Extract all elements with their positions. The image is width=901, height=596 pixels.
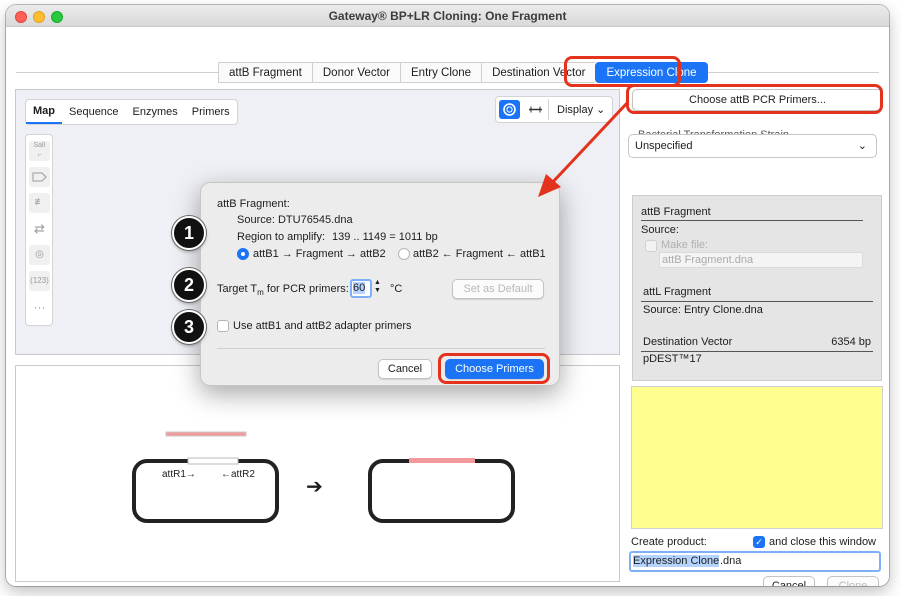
chevron-down-icon: ⌄ <box>596 104 606 116</box>
tm-label-suffix: for PCR primers: <box>263 283 349 295</box>
inserted-fragment <box>409 458 475 463</box>
product-preview-area <box>631 386 883 529</box>
make-file-checkbox[interactable] <box>645 240 657 252</box>
strain-value: Unspecified <box>635 140 693 152</box>
dialog-cancel-button[interactable]: Cancel <box>378 359 432 379</box>
close-window-label: and close this window <box>769 536 877 548</box>
tab-donor-vector[interactable]: Donor Vector <box>311 62 400 83</box>
tab-enzymes[interactable]: Enzymes <box>126 100 185 124</box>
display-divider <box>548 99 549 120</box>
display-controls: Display ⌄ <box>495 96 613 123</box>
close-window-checkbox[interactable]: ✓ <box>753 536 765 548</box>
fragment-info-box: attB Fragment Source: Make file: attB Fr… <box>632 195 882 381</box>
cloning-diagram-panel: attR1→ ←attR2 ➔ <box>15 365 620 582</box>
tm-label: Target Tm for PCR primers: <box>217 283 349 297</box>
attb-fragment-heading: attB Fragment <box>641 206 711 218</box>
attl-fragment-heading: attL Fragment <box>643 286 712 298</box>
destination-name: pDEST™17 <box>643 353 702 365</box>
tab-map[interactable]: Map <box>26 100 62 124</box>
dialog-heading: attB Fragment: <box>217 198 290 210</box>
title-bar: Gateway® BP+LR Cloning: One Fragment <box>6 5 889 27</box>
product-name-input[interactable]: Expression Clone .dna <box>629 551 881 572</box>
destination-vector-plasmid <box>132 459 279 523</box>
dialog-source: Source: DTU76545.dna <box>237 214 353 226</box>
step-badge-3: 3 <box>172 310 206 344</box>
more-tools-icon[interactable]: ··· <box>29 297 50 317</box>
attb-fragment-bar <box>165 431 247 437</box>
step-badge-1: 1 <box>172 216 206 250</box>
region-label: Region to amplify: <box>237 231 326 243</box>
map-tool-strip: SalI ⌐ ≢ ⇄ ◎ (123) ··· <box>25 134 53 326</box>
adapter-primers-label: Use attB1 and attB2 adapter primers <box>233 320 412 332</box>
attb-source-label: Source: <box>641 224 679 236</box>
region-value: 139 .. 1149 = 1011 bp <box>332 231 438 243</box>
step-badge-2: 2 <box>172 268 206 302</box>
circular-map-icon[interactable] <box>499 100 520 119</box>
tab-primers[interactable]: Primers <box>185 100 237 124</box>
make-file-field[interactable]: attB Fragment.dna <box>659 252 863 268</box>
reaction-arrow-icon: ➔ <box>306 476 323 498</box>
orientation-tool-icon[interactable]: ⇄ <box>29 219 50 239</box>
choose-primers-callout <box>626 84 883 114</box>
product-name-selection: Expression Clone <box>633 555 720 567</box>
attr1-label: attR1→ <box>162 469 196 480</box>
target-tool-icon[interactable]: ◎ <box>29 245 50 265</box>
numbering-tool-icon[interactable]: (123) <box>29 271 50 291</box>
attl-source: Source: Entry Clone.dna <box>643 304 763 316</box>
feature-tool-icon[interactable] <box>29 167 50 187</box>
primer-tool-icon[interactable]: ≢ <box>29 193 50 213</box>
tm-input[interactable]: 60 <box>350 279 372 298</box>
make-file-value: attB Fragment.dna <box>662 254 754 266</box>
restriction-site-tool-icon[interactable]: SalI ⌐ <box>29 141 50 161</box>
dialog-divider <box>217 348 545 349</box>
product-name-extension: .dna <box>720 555 742 567</box>
clone-button[interactable]: Clone <box>827 576 879 586</box>
make-file-label: Make file: <box>661 239 709 251</box>
attr2-label: ←attR2 <box>221 469 255 480</box>
tm-unit: °C <box>390 283 403 295</box>
adapter-primers-checkbox[interactable] <box>217 320 229 332</box>
attl-heading-rule <box>641 301 873 302</box>
destination-heading-rule <box>641 351 873 352</box>
destination-size: 6354 bp <box>831 336 871 348</box>
expression-clone-plasmid <box>368 459 515 523</box>
cancel-button[interactable]: Cancel <box>763 576 815 586</box>
linear-map-icon[interactable] <box>525 100 546 119</box>
tab-attb-fragment[interactable]: attB Fragment <box>218 62 312 83</box>
destination-heading: Destination Vector <box>643 336 733 348</box>
set-as-default-button[interactable]: Set as Default <box>452 279 544 299</box>
forward-orientation-radio[interactable] <box>237 248 249 260</box>
display-label: Display <box>557 104 594 116</box>
tm-label-prefix: Target T <box>217 283 258 295</box>
choose-primers-button-callout <box>438 353 550 384</box>
create-product-label: Create product: <box>631 536 707 548</box>
reverse-orientation-radio[interactable] <box>398 248 410 260</box>
sall-label: SalI <box>33 142 46 149</box>
tm-stepper-icon[interactable]: ▲ ▼ <box>373 279 382 297</box>
attr-cassette <box>187 457 239 465</box>
forward-orientation-label: attB1 → Fragment → attB2 <box>253 248 386 260</box>
choose-primers-dialog: attB Fragment: Source: DTU76545.dna Regi… <box>200 182 560 386</box>
tab-entry-clone[interactable]: Entry Clone <box>400 62 482 83</box>
strain-select[interactable]: Unspecified ⌄ <box>628 134 877 158</box>
reverse-orientation-label: attB2 ← Fragment ← attB1 <box>413 248 546 260</box>
chevron-down-icon: ⌄ <box>857 140 867 152</box>
window-title: Gateway® BP+LR Cloning: One Fragment <box>328 9 567 23</box>
expression-clone-callout <box>564 56 681 87</box>
display-menu-button[interactable]: Display ⌄ <box>557 103 605 116</box>
tm-value: 60 <box>353 282 366 294</box>
view-tabs: Map Sequence Enzymes Primers <box>25 99 238 125</box>
attb-heading-rule <box>641 220 863 221</box>
tm-subscript: m <box>257 288 264 298</box>
tab-sequence[interactable]: Sequence <box>62 100 126 124</box>
